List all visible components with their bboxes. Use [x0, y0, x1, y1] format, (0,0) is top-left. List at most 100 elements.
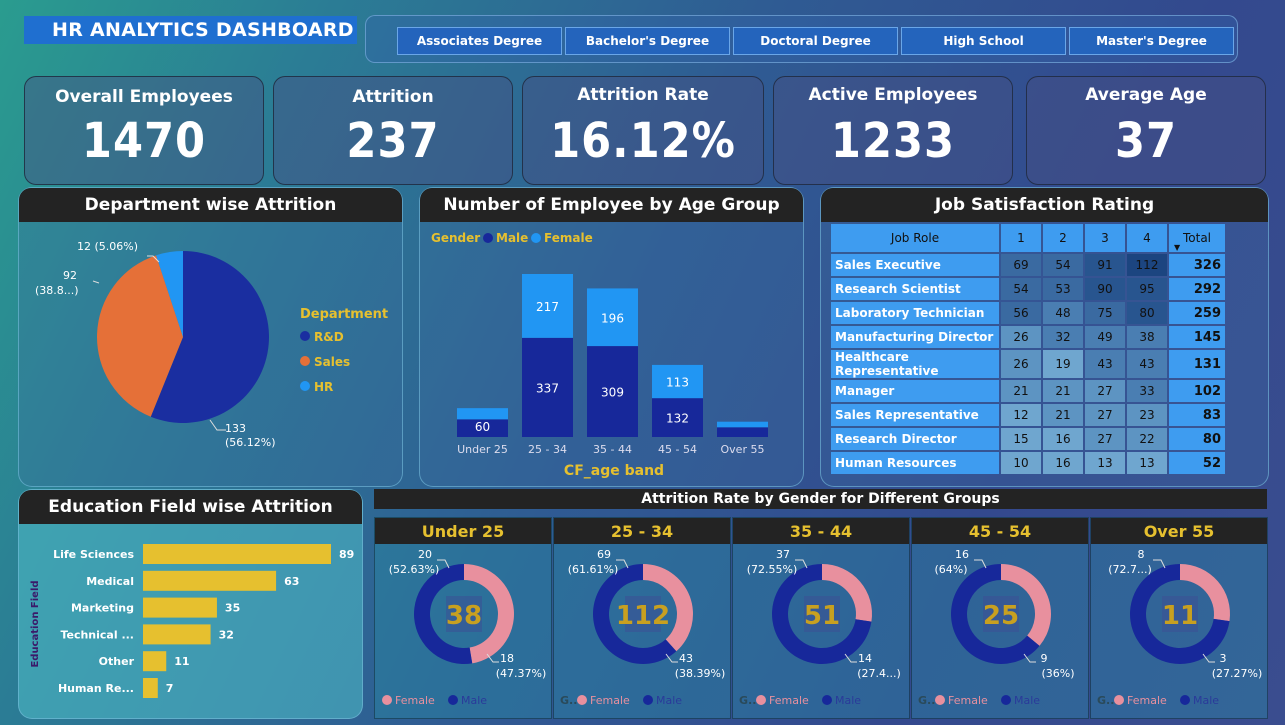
donut-label-male-pct: (64%) [934, 563, 967, 576]
cell-rating-count: 95 [1127, 278, 1167, 300]
cell-rating-count: 13 [1085, 452, 1125, 474]
cell-total: 131 [1169, 350, 1225, 378]
donut-label-female-pct: (36%) [1041, 667, 1074, 680]
kpi-overall-employees: Overall Employees 1470 [24, 76, 264, 185]
col-header-4[interactable]: 4 [1127, 224, 1167, 252]
gender-groups-title: Attrition Rate by Gender for Different G… [374, 489, 1267, 509]
kpi-value: 1470 [81, 113, 207, 169]
bar-education-field[interactable] [143, 678, 158, 698]
cell-rating-count: 43 [1085, 350, 1125, 378]
bar-label-male: 309 [601, 386, 624, 400]
donut-label-male: 16 [955, 548, 969, 561]
donut-label-female-pct: (47.37%) [496, 667, 547, 680]
leader-line [92, 280, 100, 284]
bar-value-label: 35 [225, 602, 240, 615]
kpi-label: Overall Employees [55, 87, 233, 107]
legend-female: Female [544, 231, 593, 245]
bar-label-male: 337 [536, 381, 559, 395]
legend-dot-male [1180, 695, 1190, 705]
donut-legend-male: Male [461, 694, 487, 707]
slicer-high-school[interactable]: High School [901, 27, 1066, 55]
bar-female[interactable] [717, 421, 768, 428]
table-row: Manufacturing Director 26 32 49 38 145 [831, 326, 1225, 348]
slicer-doctoral-degree[interactable]: Doctoral Degree [733, 27, 898, 55]
cell-rating-count: 22 [1127, 428, 1167, 450]
cell-job-role: Research Director [831, 428, 999, 450]
table-row: Research Scientist 54 53 90 95 292 [831, 278, 1225, 300]
bar-female[interactable] [457, 408, 508, 420]
bar-label-female: 217 [536, 300, 559, 314]
table-row: Manager 21 21 27 33 102 [831, 380, 1225, 402]
donut-label-female: 43 [679, 652, 693, 665]
legend-dot-female [756, 695, 766, 705]
panel-title: Education Field wise Attrition [19, 490, 362, 524]
slicer-associates-degree[interactable]: Associates Degree [397, 27, 562, 55]
donut-label-male: 37 [776, 548, 790, 561]
bar-education-field[interactable] [143, 570, 277, 591]
donut-card-3: 35 - 44 51 37 (72.55%) 14 (27.4...) G... Female… [732, 517, 910, 719]
bar-education-field[interactable] [143, 544, 331, 564]
education-field-panel: Education Field wise Attrition Education… [18, 489, 363, 719]
cell-rating-count: 10 [1001, 452, 1041, 474]
slice-label-sales-pct: (38.8...) [35, 284, 79, 297]
department-attrition-panel: Department wise Attrition Department R&D… [18, 187, 403, 487]
donut-label-male-pct: (72.55%) [747, 563, 798, 576]
sort-desc-icon: ▼ [1174, 243, 1181, 252]
cell-rating-count: 69 [1001, 254, 1041, 276]
kpi-value: 37 [1114, 113, 1178, 169]
cell-job-role: Manager [831, 380, 999, 402]
y-axis-title: Education Field [30, 580, 41, 667]
cell-rating-count: 43 [1127, 350, 1167, 378]
legend-dot-male [822, 695, 832, 705]
bar-label-male: 60 [475, 420, 490, 434]
cell-rating-count: 26 [1001, 326, 1041, 348]
bar-value-label: 89 [339, 548, 354, 561]
legend-dot-female [1114, 695, 1124, 705]
col-header-1[interactable]: 1 [1001, 224, 1041, 252]
bar-male[interactable] [717, 427, 768, 437]
legend-sales: Sales [314, 355, 350, 369]
bar-education-field[interactable] [143, 624, 211, 645]
cell-job-role: Human Resources [831, 452, 999, 474]
slicer-masters-degree[interactable]: Master's Degree [1069, 27, 1234, 55]
donut-legend-female: Female [1127, 694, 1167, 707]
cell-total: 83 [1169, 404, 1225, 426]
donut-legend-female: Female [590, 694, 630, 707]
cell-rating-count: 38 [1127, 326, 1167, 348]
donut-card-2: 25 - 34 112 69 (61.61%) 43 (38.39%) G... Female… [553, 517, 731, 719]
cell-rating-count: 53 [1043, 278, 1083, 300]
legend-title: Department [300, 307, 388, 322]
cell-total: 52 [1169, 452, 1225, 474]
donut-group-title: Over 55 [1091, 518, 1267, 544]
table-row: Healthcare Representative 26 19 43 43 131 [831, 350, 1225, 378]
bar-education-field[interactable] [143, 597, 217, 618]
kpi-value: 237 [346, 113, 440, 169]
donut-card-1: Under 25 38 20 (52.63%) 18 (47.37%) Female Male [374, 517, 552, 719]
panel-title: Department wise Attrition [19, 188, 402, 222]
cell-total: 292 [1169, 278, 1225, 300]
slicer-bachelors-degree[interactable]: Bachelor's Degree [565, 27, 730, 55]
cell-rating-count: 27 [1085, 404, 1125, 426]
table-row: Human Resources 10 16 13 13 52 [831, 452, 1225, 474]
gender-donut-chart: 38 20 (52.63%) 18 (47.37%) Female Male [382, 548, 547, 707]
y-tick-label: Other [99, 655, 135, 668]
cell-total: 102 [1169, 380, 1225, 402]
table-row: Sales Executive 69 54 91 112 326 [831, 254, 1225, 276]
col-header-2[interactable]: 2 [1043, 224, 1083, 252]
gender-donut-chart: 5137(72.55%)14(27.4...)G... Female Male [739, 548, 901, 707]
donut-legend-male: Male [656, 694, 682, 707]
legend-dot-sales [300, 356, 310, 366]
donut-label-male-pct: (61.61%) [568, 563, 619, 576]
donut-legend-male: Male [1193, 694, 1219, 707]
col-header-3[interactable]: 3 [1085, 224, 1125, 252]
education-slicer: Associates Degree Bachelor's Degree Doct… [365, 15, 1238, 63]
legend-dot-male [643, 695, 653, 705]
bar-education-field[interactable] [143, 651, 167, 672]
x-tick-label: Under 25 [457, 443, 508, 456]
donut-label-male-pct: (72.7...) [1108, 563, 1152, 576]
kpi-label: Attrition Rate [577, 85, 709, 105]
cell-rating-count: 54 [1001, 278, 1041, 300]
col-header-total[interactable]: Total ▼ [1169, 224, 1225, 252]
col-header-job-role[interactable]: Job Role [831, 224, 999, 252]
kpi-average-age: Average Age 37 [1026, 76, 1266, 185]
